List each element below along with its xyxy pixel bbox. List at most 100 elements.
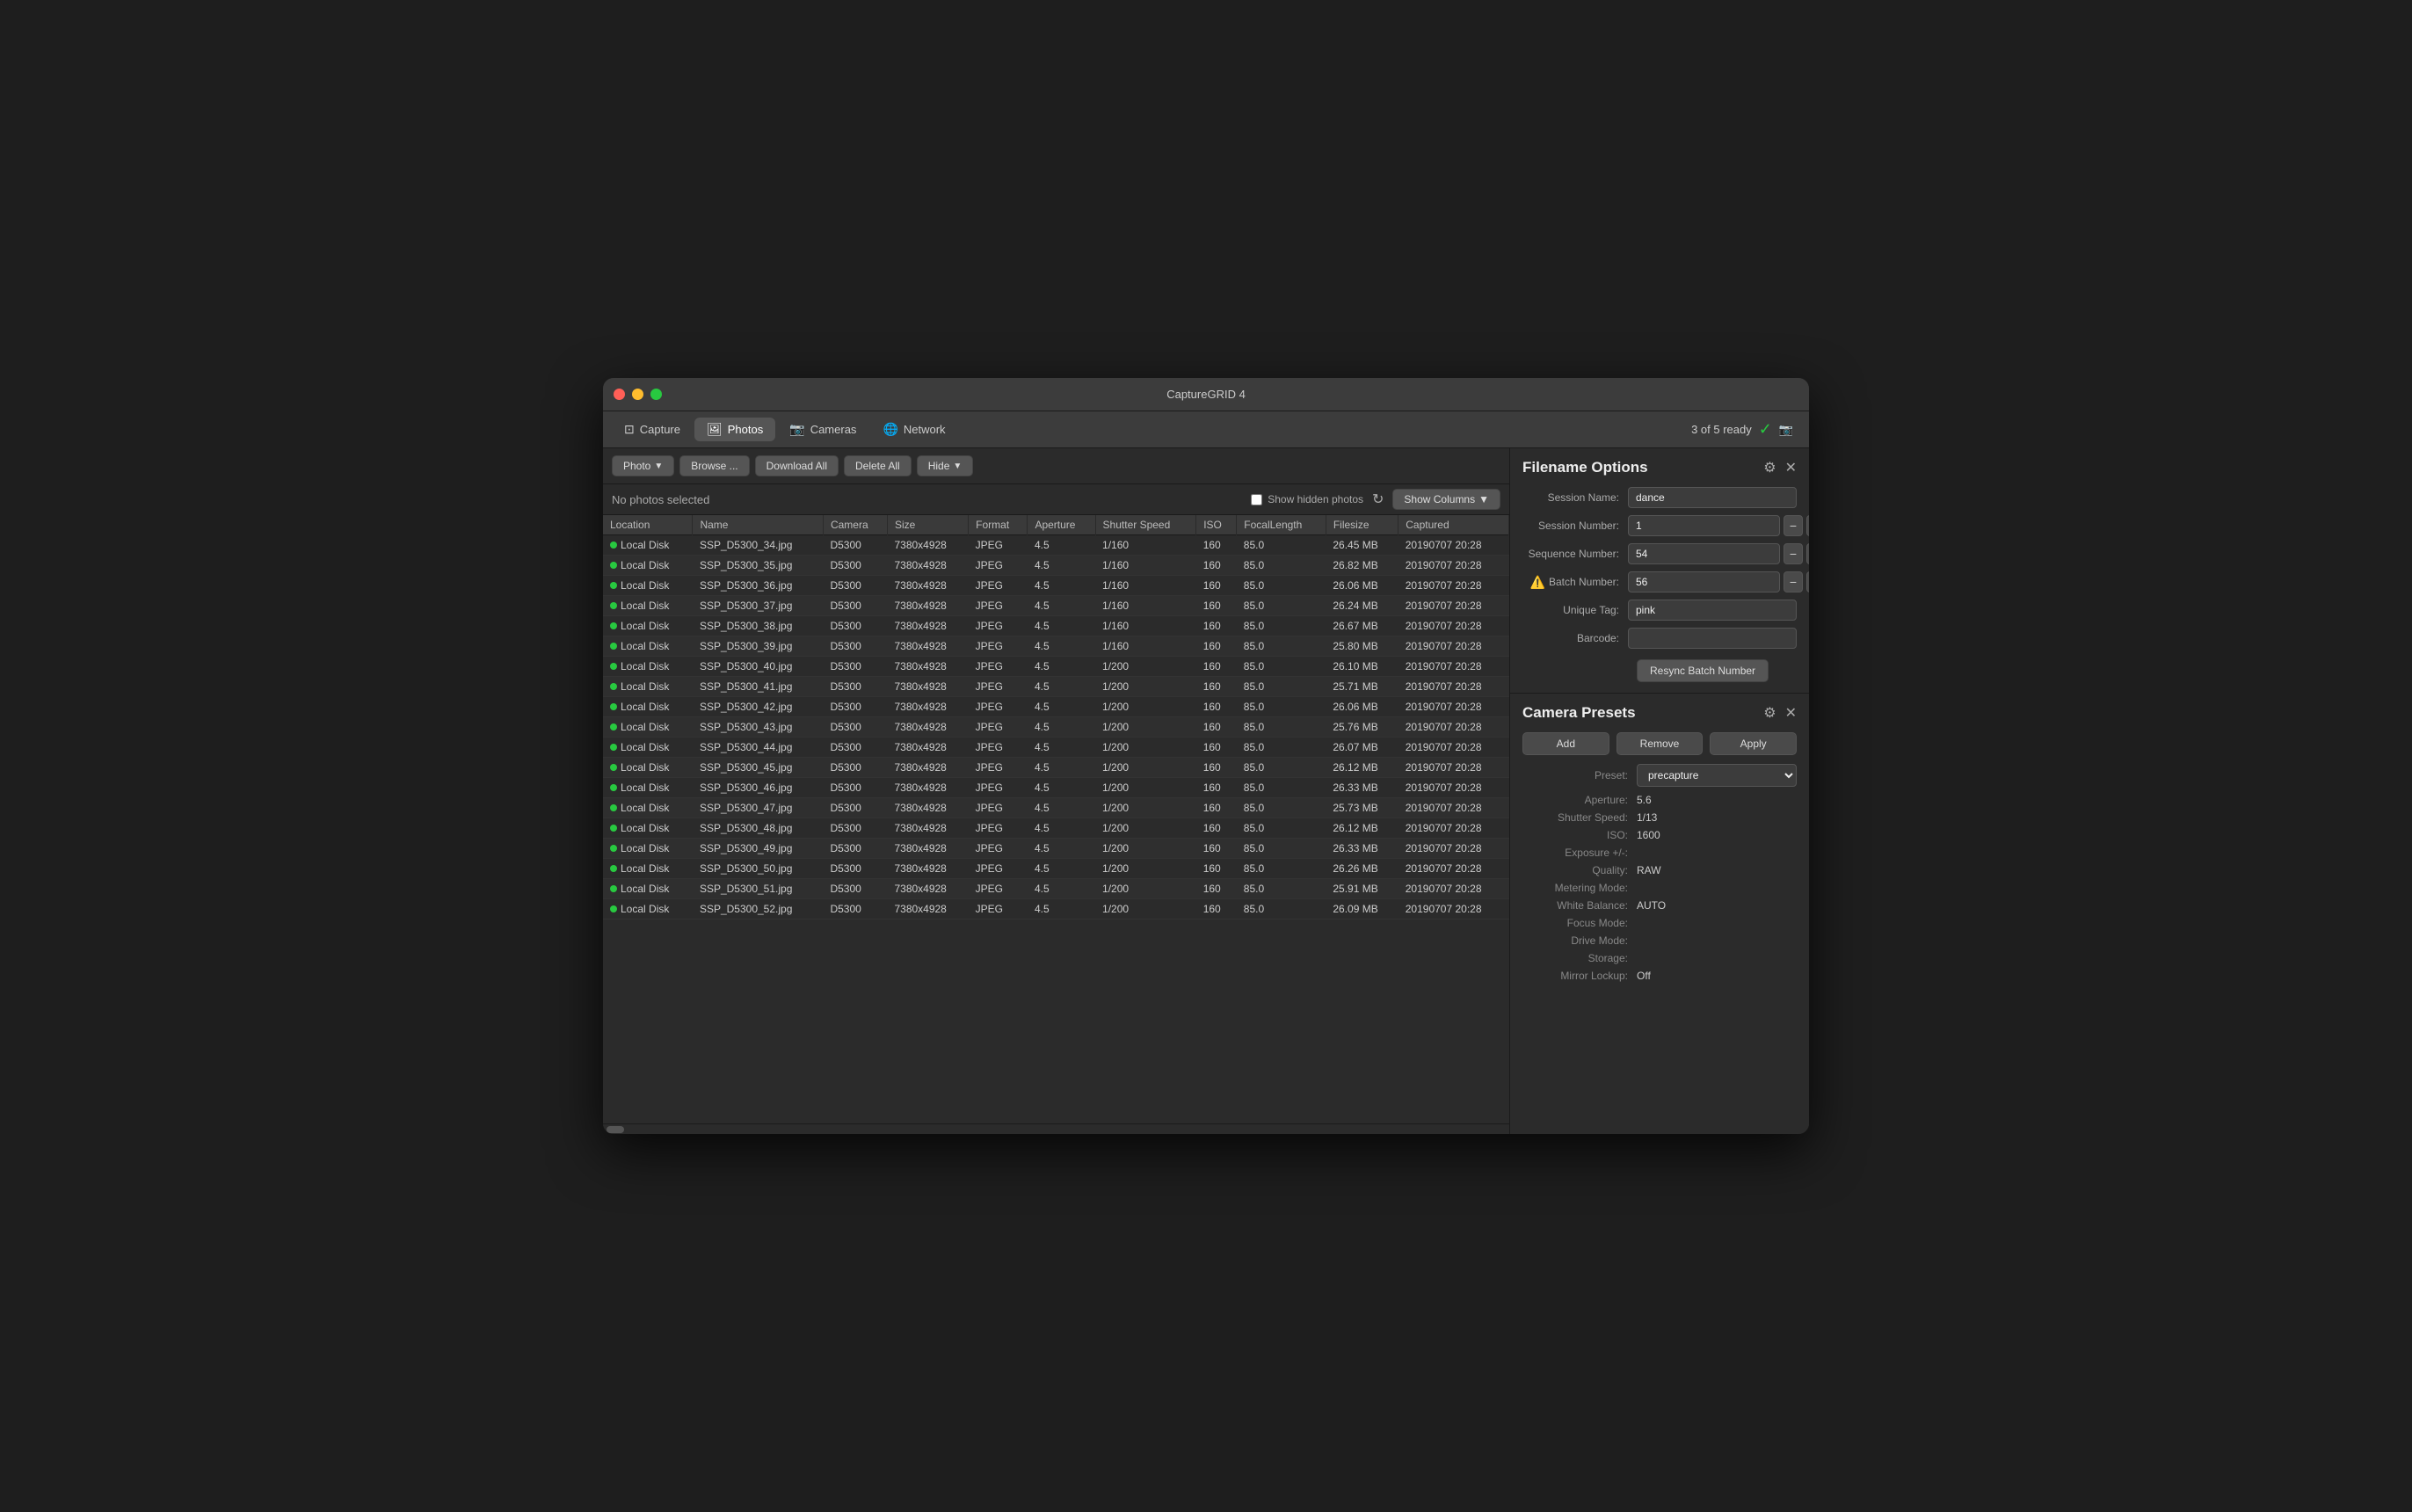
- table-row[interactable]: Local DiskSSP_D5300_51.jpgD53007380x4928…: [603, 879, 1509, 899]
- table-cell: 26.82 MB: [1326, 556, 1398, 576]
- batch-number-increment[interactable]: +: [1806, 571, 1809, 592]
- photos-icon: 🖼: [707, 422, 723, 437]
- table-cell: 7380x4928: [887, 657, 968, 677]
- minimize-button[interactable]: [632, 389, 643, 400]
- drive-row: Drive Mode:: [1522, 934, 1797, 947]
- resync-batch-button[interactable]: Resync Batch Number: [1637, 659, 1769, 682]
- mirror-label: Mirror Lockup:: [1522, 970, 1637, 982]
- close-button[interactable]: [614, 389, 625, 400]
- table-row[interactable]: Local DiskSSP_D5300_39.jpgD53007380x4928…: [603, 636, 1509, 657]
- table-cell: JPEG: [969, 717, 1028, 738]
- table-row[interactable]: Local DiskSSP_D5300_48.jpgD53007380x4928…: [603, 818, 1509, 839]
- table-cell: JPEG: [969, 859, 1028, 879]
- horizontal-scrollbar[interactable]: [603, 1123, 1509, 1134]
- table-cell: 85.0: [1237, 798, 1326, 818]
- table-cell: 1/200: [1095, 697, 1196, 717]
- table-row[interactable]: Local DiskSSP_D5300_49.jpgD53007380x4928…: [603, 839, 1509, 859]
- table-cell: 85.0: [1237, 778, 1326, 798]
- camera-presets-title: Camera Presets: [1522, 704, 1636, 722]
- table-cell: 160: [1196, 758, 1237, 778]
- unique-tag-input[interactable]: [1628, 600, 1797, 621]
- maximize-button[interactable]: [650, 389, 662, 400]
- remove-preset-button[interactable]: Remove: [1616, 732, 1704, 755]
- tab-network[interactable]: 🌐 Network: [870, 418, 957, 441]
- tab-photos[interactable]: 🖼 Photos: [694, 418, 775, 441]
- session-number-decrement[interactable]: −: [1784, 515, 1803, 536]
- filename-settings-icon[interactable]: ⚙: [1763, 459, 1776, 476]
- table-cell: 160: [1196, 798, 1237, 818]
- table-cell: SSP_D5300_35.jpg: [693, 556, 824, 576]
- refresh-button[interactable]: ↻: [1372, 491, 1384, 508]
- table-row[interactable]: Local DiskSSP_D5300_36.jpgD53007380x4928…: [603, 576, 1509, 596]
- table-cell: D5300: [823, 535, 887, 556]
- table-row[interactable]: Local DiskSSP_D5300_46.jpgD53007380x4928…: [603, 778, 1509, 798]
- wb-row: White Balance: AUTO: [1522, 899, 1797, 912]
- table-row[interactable]: Local DiskSSP_D5300_45.jpgD53007380x4928…: [603, 758, 1509, 778]
- filename-close-icon[interactable]: ✕: [1785, 459, 1797, 476]
- table-cell: SSP_D5300_36.jpg: [693, 576, 824, 596]
- table-row[interactable]: Local DiskSSP_D5300_34.jpgD53007380x4928…: [603, 535, 1509, 556]
- table-cell: D5300: [823, 778, 887, 798]
- table-cell: 4.5: [1028, 636, 1095, 657]
- table-cell: D5300: [823, 839, 887, 859]
- focus-label: Focus Mode:: [1522, 917, 1637, 929]
- tab-cameras[interactable]: 📷 Cameras: [777, 418, 868, 441]
- table-cell: 7380x4928: [887, 697, 968, 717]
- barcode-input[interactable]: [1628, 628, 1797, 649]
- table-cell: SSP_D5300_51.jpg: [693, 879, 824, 899]
- apply-preset-button[interactable]: Apply: [1710, 732, 1797, 755]
- table-row[interactable]: Local DiskSSP_D5300_44.jpgD53007380x4928…: [603, 738, 1509, 758]
- drive-label: Drive Mode:: [1522, 934, 1637, 947]
- table-row[interactable]: Local DiskSSP_D5300_41.jpgD53007380x4928…: [603, 677, 1509, 697]
- photo-button[interactable]: Photo ▼: [612, 455, 674, 476]
- table-cell: 85.0: [1237, 616, 1326, 636]
- delete-all-button[interactable]: Delete All: [844, 455, 912, 476]
- table-row[interactable]: Local DiskSSP_D5300_50.jpgD53007380x4928…: [603, 859, 1509, 879]
- table-cell: SSP_D5300_40.jpg: [693, 657, 824, 677]
- presets-close-icon[interactable]: ✕: [1785, 704, 1797, 722]
- show-columns-button[interactable]: Show Columns ▼: [1392, 489, 1500, 510]
- table-cell: SSP_D5300_50.jpg: [693, 859, 824, 879]
- exposure-row: Exposure +/-:: [1522, 847, 1797, 859]
- table-cell: 1/200: [1095, 657, 1196, 677]
- table-row[interactable]: Local DiskSSP_D5300_42.jpgD53007380x4928…: [603, 697, 1509, 717]
- add-preset-button[interactable]: Add: [1522, 732, 1609, 755]
- table-row[interactable]: Local DiskSSP_D5300_43.jpgD53007380x4928…: [603, 717, 1509, 738]
- storage-label: Storage:: [1522, 952, 1637, 964]
- hide-button[interactable]: Hide ▼: [917, 455, 974, 476]
- table-row[interactable]: Local DiskSSP_D5300_52.jpgD53007380x4928…: [603, 899, 1509, 920]
- session-number-increment[interactable]: +: [1806, 515, 1809, 536]
- presets-settings-icon[interactable]: ⚙: [1763, 704, 1776, 722]
- table-row[interactable]: Local DiskSSP_D5300_47.jpgD53007380x4928…: [603, 798, 1509, 818]
- table-cell: 25.80 MB: [1326, 636, 1398, 657]
- status-dot: [610, 764, 617, 771]
- sequence-number-input[interactable]: [1628, 543, 1780, 564]
- table-row[interactable]: Local DiskSSP_D5300_38.jpgD53007380x4928…: [603, 616, 1509, 636]
- status-text: 3 of 5 ready: [1691, 423, 1752, 436]
- session-number-input[interactable]: [1628, 515, 1780, 536]
- table-row[interactable]: Local DiskSSP_D5300_37.jpgD53007380x4928…: [603, 596, 1509, 616]
- table-row[interactable]: Local DiskSSP_D5300_35.jpgD53007380x4928…: [603, 556, 1509, 576]
- table-cell: 4.5: [1028, 778, 1095, 798]
- preset-action-buttons: Add Remove Apply: [1522, 732, 1797, 755]
- sequence-number-decrement[interactable]: −: [1784, 543, 1803, 564]
- show-hidden-checkbox[interactable]: [1251, 494, 1262, 505]
- table-cell: JPEG: [969, 899, 1028, 920]
- batch-number-input[interactable]: [1628, 571, 1780, 592]
- table-row[interactable]: Local DiskSSP_D5300_40.jpgD53007380x4928…: [603, 657, 1509, 677]
- session-name-input[interactable]: [1628, 487, 1797, 508]
- preset-select[interactable]: precapture: [1637, 764, 1797, 787]
- table-cell: 20190707 20:28: [1399, 596, 1509, 616]
- download-all-button[interactable]: Download All: [755, 455, 839, 476]
- window-controls: [614, 389, 662, 400]
- table-cell: 160: [1196, 576, 1237, 596]
- browse-button[interactable]: Browse ...: [679, 455, 749, 476]
- table-cell: 1/200: [1095, 899, 1196, 920]
- sequence-number-increment[interactable]: +: [1806, 543, 1809, 564]
- batch-number-decrement[interactable]: −: [1784, 571, 1803, 592]
- col-focal: FocalLength: [1237, 515, 1326, 535]
- table-cell: D5300: [823, 899, 887, 920]
- tab-capture[interactable]: ⊡ Capture: [612, 418, 693, 441]
- show-hidden-toggle: Show hidden photos: [1251, 493, 1363, 505]
- table-cell: 160: [1196, 596, 1237, 616]
